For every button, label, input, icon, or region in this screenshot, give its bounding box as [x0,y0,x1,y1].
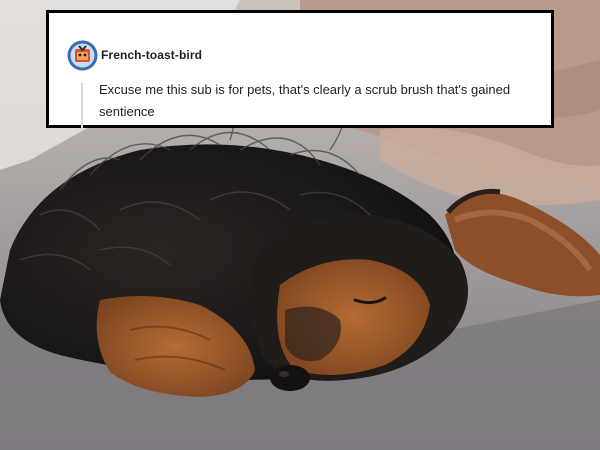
comment-username[interactable]: French-toast-bird [101,48,202,62]
bird-avatar-icon [67,40,98,71]
dog-nose [270,365,310,391]
comment-card: French-toast-bird Excuse me this sub is … [46,10,554,131]
comment-text: Excuse me this sub is for pets, that's c… [99,82,511,119]
thread-line[interactable] [81,83,83,131]
